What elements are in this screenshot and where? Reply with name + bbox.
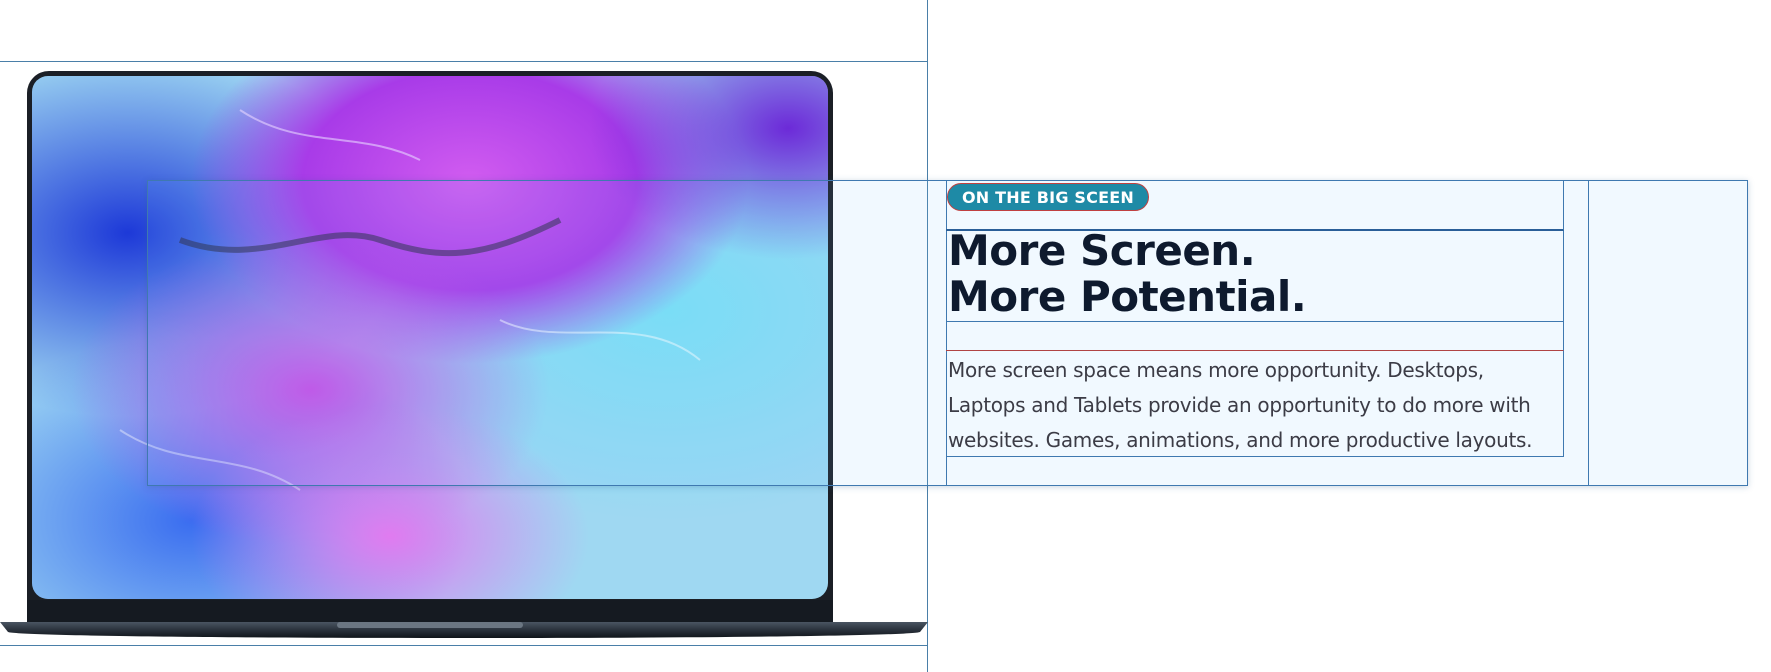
page-canvas: ON THE BIG SCEEN More Screen. More Poten… [0,0,1771,672]
spacer-container [946,322,1564,351]
guide-top [0,61,928,62]
heading-line-1: More Screen. [948,226,1256,275]
section-heading: More Screen. More Potential. [948,226,1307,321]
guide-bottom [0,645,928,646]
panel-column-divider [1588,181,1589,486]
heading-line-2: More Potential. [948,272,1307,321]
section-badge: ON THE BIG SCEEN [947,183,1149,211]
section-body-text: More screen space means more opportunity… [948,358,1533,452]
